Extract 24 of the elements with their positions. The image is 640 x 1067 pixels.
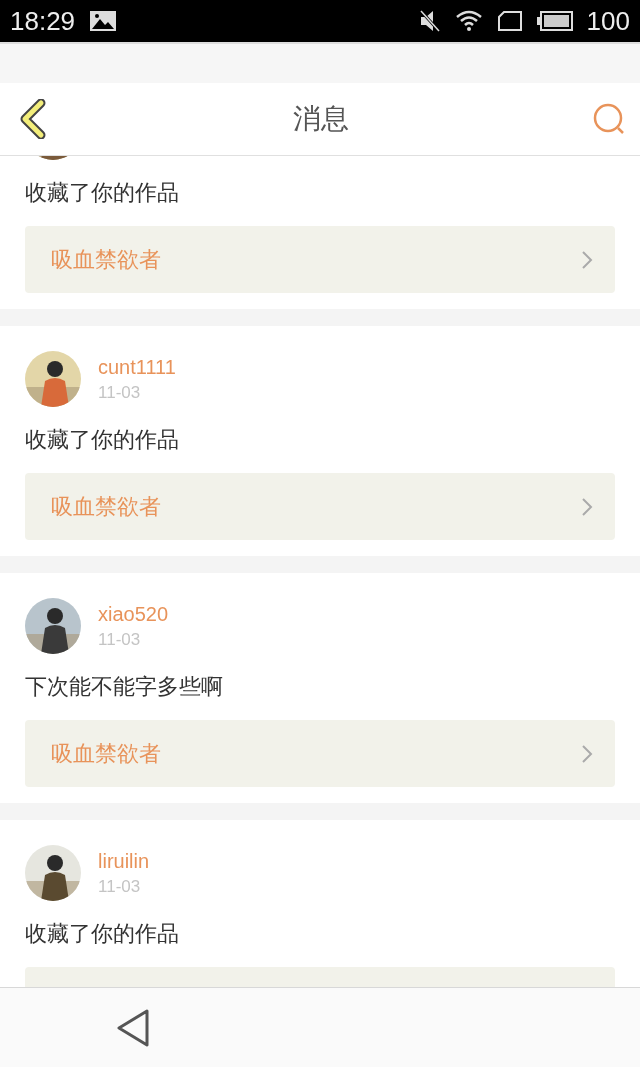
chevron-right-icon <box>581 743 593 764</box>
user-name[interactable]: liruilin <box>98 849 150 873</box>
chevron-right-icon <box>581 496 593 517</box>
wifi-icon <box>454 10 483 32</box>
message-text: 收藏了你的作品 <box>25 426 180 454</box>
sim-icon <box>496 10 523 32</box>
battery-icon <box>536 11 573 31</box>
work-link[interactable]: 吸血禁欲者 <box>25 226 615 293</box>
battery-level: 100 <box>586 5 630 37</box>
message-text: 收藏了你的作品 <box>25 920 180 948</box>
message-text: 下次能不能字多些啊 <box>25 673 224 701</box>
work-link[interactable]: 吸血禁欲者 <box>25 720 615 787</box>
image-icon <box>89 10 118 32</box>
page-title: 消息 <box>293 101 349 137</box>
user-name[interactable]: xiao520 <box>98 602 169 626</box>
mute-icon <box>418 9 441 33</box>
chevron-right-icon <box>581 249 593 270</box>
message-date: 11-03 <box>98 629 142 650</box>
status-time: 18:29 <box>10 5 76 37</box>
message-date: 11-03 <box>98 876 142 897</box>
work-link[interactable]: 吸血禁欲者 <box>25 473 615 540</box>
message-date: 11-03 <box>98 382 142 403</box>
user-name[interactable]: cunt1111 <box>98 355 176 379</box>
message-text: 收藏了你的作品 <box>25 179 180 207</box>
